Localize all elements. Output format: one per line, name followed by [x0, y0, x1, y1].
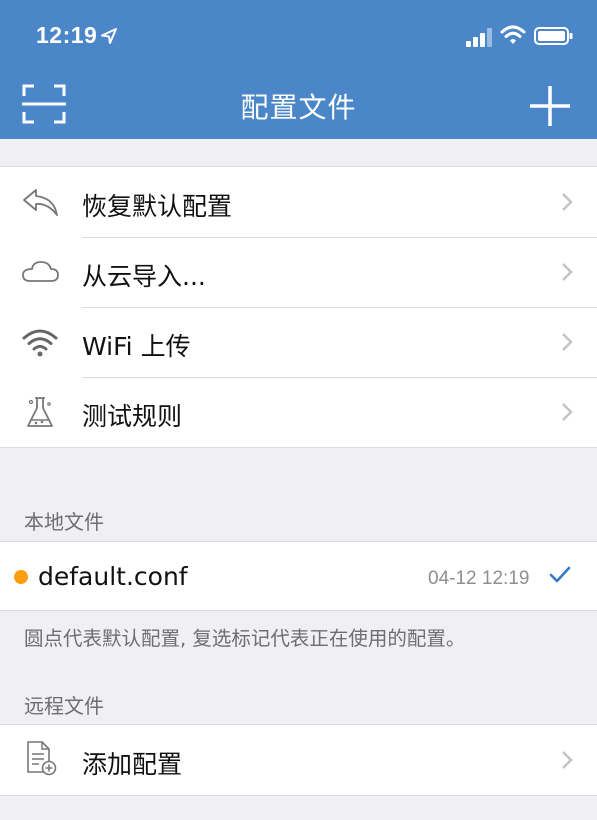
- document-add-icon: [27, 741, 57, 776]
- add-button[interactable]: [528, 84, 572, 128]
- chevron-right-icon: [562, 193, 573, 211]
- flask-icon: [27, 397, 53, 427]
- status-time: 12:19: [36, 22, 98, 48]
- page-title: 配置文件: [240, 91, 357, 124]
- file-name: default.conf: [38, 562, 188, 591]
- remote-files-list: 添加配置: [0, 724, 597, 796]
- checkmark-icon: [549, 566, 571, 583]
- navigation-bar: 12:19 配置文件: [0, 0, 597, 139]
- default-indicator-dot: [14, 570, 28, 584]
- chevron-right-icon: [562, 751, 573, 769]
- local-files-header: 本地文件: [24, 510, 104, 534]
- restore-default-config-row[interactable]: 恢复默认配置: [0, 167, 597, 237]
- location-arrow-icon: [101, 28, 117, 44]
- remote-files-header: 远程文件: [24, 694, 104, 718]
- battery-icon: [534, 27, 573, 45]
- actions-list: 恢复默认配置 从云导入... WiFi 上传 测试规则: [0, 166, 597, 448]
- row-label: WiFi 上传: [82, 332, 191, 361]
- row-label: 恢复默认配置: [82, 192, 233, 221]
- wifi-upload-row[interactable]: WiFi 上传: [0, 307, 597, 377]
- row-label: 从云导入...: [82, 262, 206, 291]
- chevron-right-icon: [562, 403, 573, 421]
- row-label: 测试规则: [82, 402, 183, 431]
- legend-note: 圆点代表默认配置, 复选标记代表正在使用的配置。: [24, 627, 466, 650]
- file-timestamp: 04-12 12:19: [428, 568, 530, 589]
- chevron-right-icon: [562, 333, 573, 351]
- local-files-list: default.conf 04-12 12:19: [0, 541, 597, 611]
- chevron-right-icon: [562, 263, 573, 281]
- import-from-cloud-row[interactable]: 从云导入...: [0, 237, 597, 307]
- test-rules-row[interactable]: 测试规则: [0, 377, 597, 447]
- wifi-status-icon: [500, 25, 526, 44]
- reply-arrow-icon: [23, 189, 58, 216]
- row-label: 添加配置: [82, 750, 183, 779]
- wifi-icon: [22, 329, 58, 357]
- add-config-row[interactable]: 添加配置: [0, 725, 597, 795]
- cellular-signal-icon: [466, 28, 492, 47]
- cloud-icon: [22, 261, 59, 282]
- file-row-default-conf[interactable]: default.conf 04-12 12:19: [0, 542, 597, 610]
